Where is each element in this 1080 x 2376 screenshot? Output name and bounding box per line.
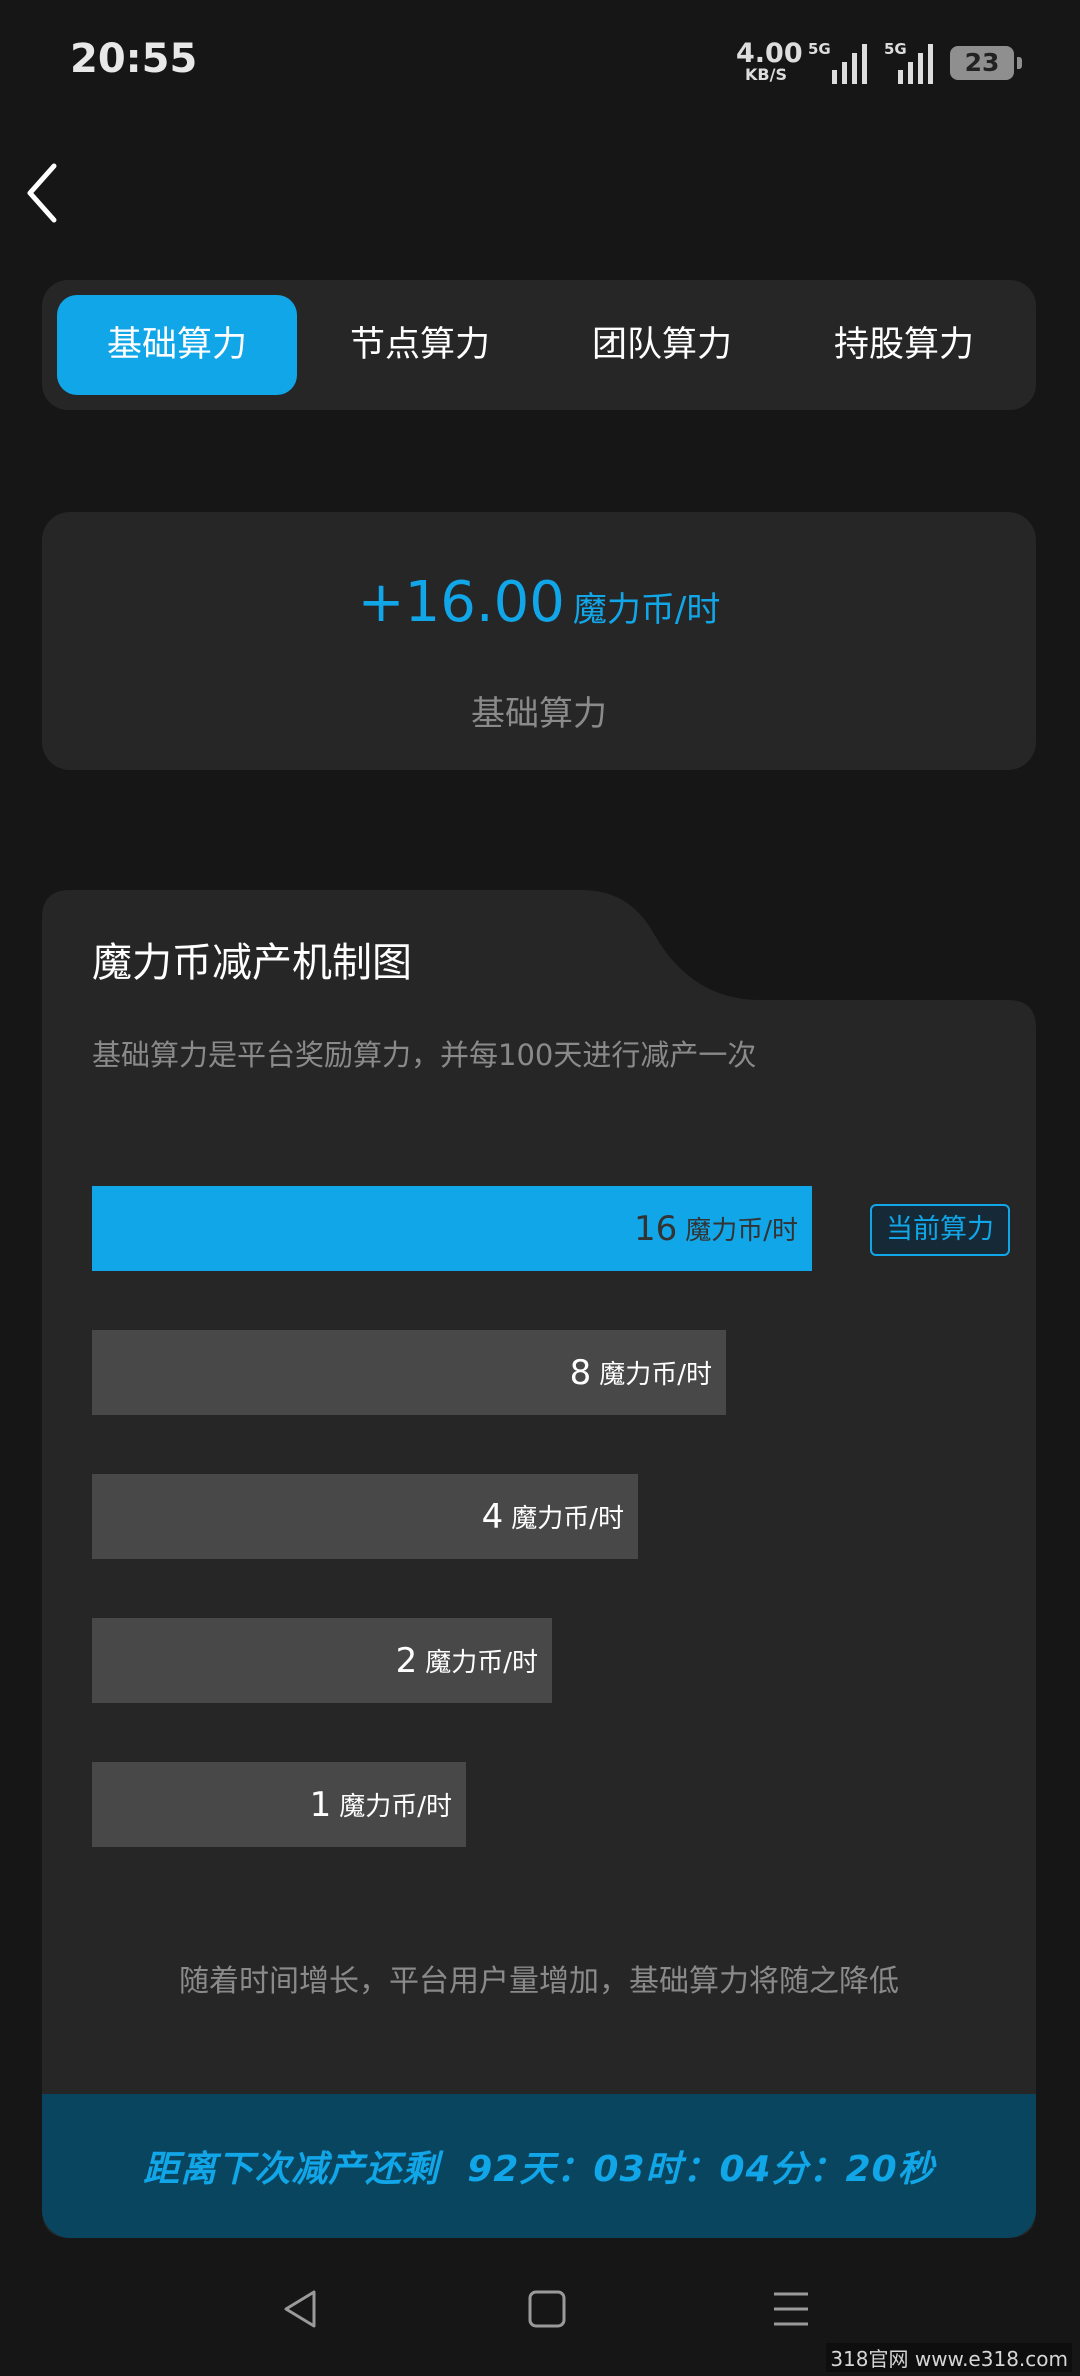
menu-lines-icon — [774, 2292, 808, 2326]
current-power-badge: 当前算力 — [870, 1204, 1010, 1256]
net-speed: 4.00 KB/S — [736, 38, 803, 84]
bar-value: 2 — [395, 1640, 418, 1681]
bar-unit: 魔力币/时 — [599, 1360, 712, 1390]
bar-value: 16 — [633, 1208, 678, 1249]
signal-icon: 5G — [884, 40, 936, 84]
back-button[interactable] — [22, 158, 72, 228]
signal-icon: 5G — [808, 40, 872, 84]
tab-bar: 基础算力 节点算力 团队算力 持股算力 — [42, 280, 1036, 410]
bar-value: 8 — [569, 1352, 592, 1393]
signal-label: 5G — [884, 40, 907, 58]
bar-value: 4 — [481, 1496, 504, 1537]
chart-bar: 8 魔力币/时 — [92, 1330, 726, 1415]
countdown-time: 92天：03时：04分：20秒 — [467, 2149, 935, 2190]
bar-unit: 魔力币/时 — [511, 1504, 624, 1534]
bar-unit: 魔力币/时 — [685, 1216, 798, 1246]
nav-menu-button[interactable] — [766, 2284, 816, 2334]
tab-basic-power[interactable]: 基础算力 — [57, 295, 297, 395]
panel-description: 基础算力是平台奖励算力，并每100天进行减产一次 — [92, 1038, 757, 1072]
chart-bar: 16 魔力币/时 — [92, 1186, 812, 1271]
nav-back-button[interactable] — [276, 2284, 326, 2334]
reduction-chart-panel: 魔力币减产机制图 基础算力是平台奖励算力，并每100天进行减产一次 16 魔力币/… — [42, 890, 1036, 2238]
status-time: 20:55 — [70, 36, 198, 82]
tab-node-power[interactable]: 节点算力 — [300, 295, 540, 395]
chevron-left-icon — [27, 163, 57, 223]
rate-display: +16.00 魔力币/时 — [42, 570, 1036, 635]
watermark-text: 318官网 www.e318.com — [826, 2343, 1072, 2372]
rate-card: +16.00 魔力币/时 基础算力 — [42, 512, 1036, 770]
bar-value: 1 — [309, 1784, 332, 1825]
net-speed-unit: KB/S — [745, 65, 787, 84]
tab-team-power[interactable]: 团队算力 — [542, 295, 782, 395]
chart-bar: 2 魔力币/时 — [92, 1618, 552, 1703]
net-speed-value: 4.00 — [736, 38, 803, 69]
tab-share-power[interactable]: 持股算力 — [784, 295, 1024, 395]
chart-bar: 4 魔力币/时 — [92, 1474, 638, 1559]
bar-unit: 魔力币/时 — [425, 1648, 538, 1678]
signal-label: 5G — [808, 40, 831, 58]
nav-home-button[interactable] — [522, 2284, 572, 2334]
panel-note: 随着时间增长，平台用户量增加，基础算力将随之降低 — [179, 1964, 899, 1999]
battery-icon: 23 — [950, 46, 1022, 80]
rate-unit: 魔力币/时 — [572, 590, 721, 630]
countdown-prefix: 距离下次减产还剩 — [143, 2149, 440, 2190]
panel-background — [42, 890, 1036, 2238]
countdown-banner: 距离下次减产还剩 92天：03时：04分：20秒 — [42, 2094, 1036, 2238]
chart-bar: 1 魔力币/时 — [92, 1762, 466, 1847]
rate-label: 基础算力 — [471, 694, 607, 734]
panel-title: 魔力币减产机制图 — [92, 940, 412, 986]
home-square-icon — [528, 2290, 566, 2328]
bar-unit: 魔力币/时 — [339, 1792, 452, 1822]
rate-value: +16.00 — [357, 570, 565, 635]
back-triangle-icon — [284, 2290, 316, 2328]
